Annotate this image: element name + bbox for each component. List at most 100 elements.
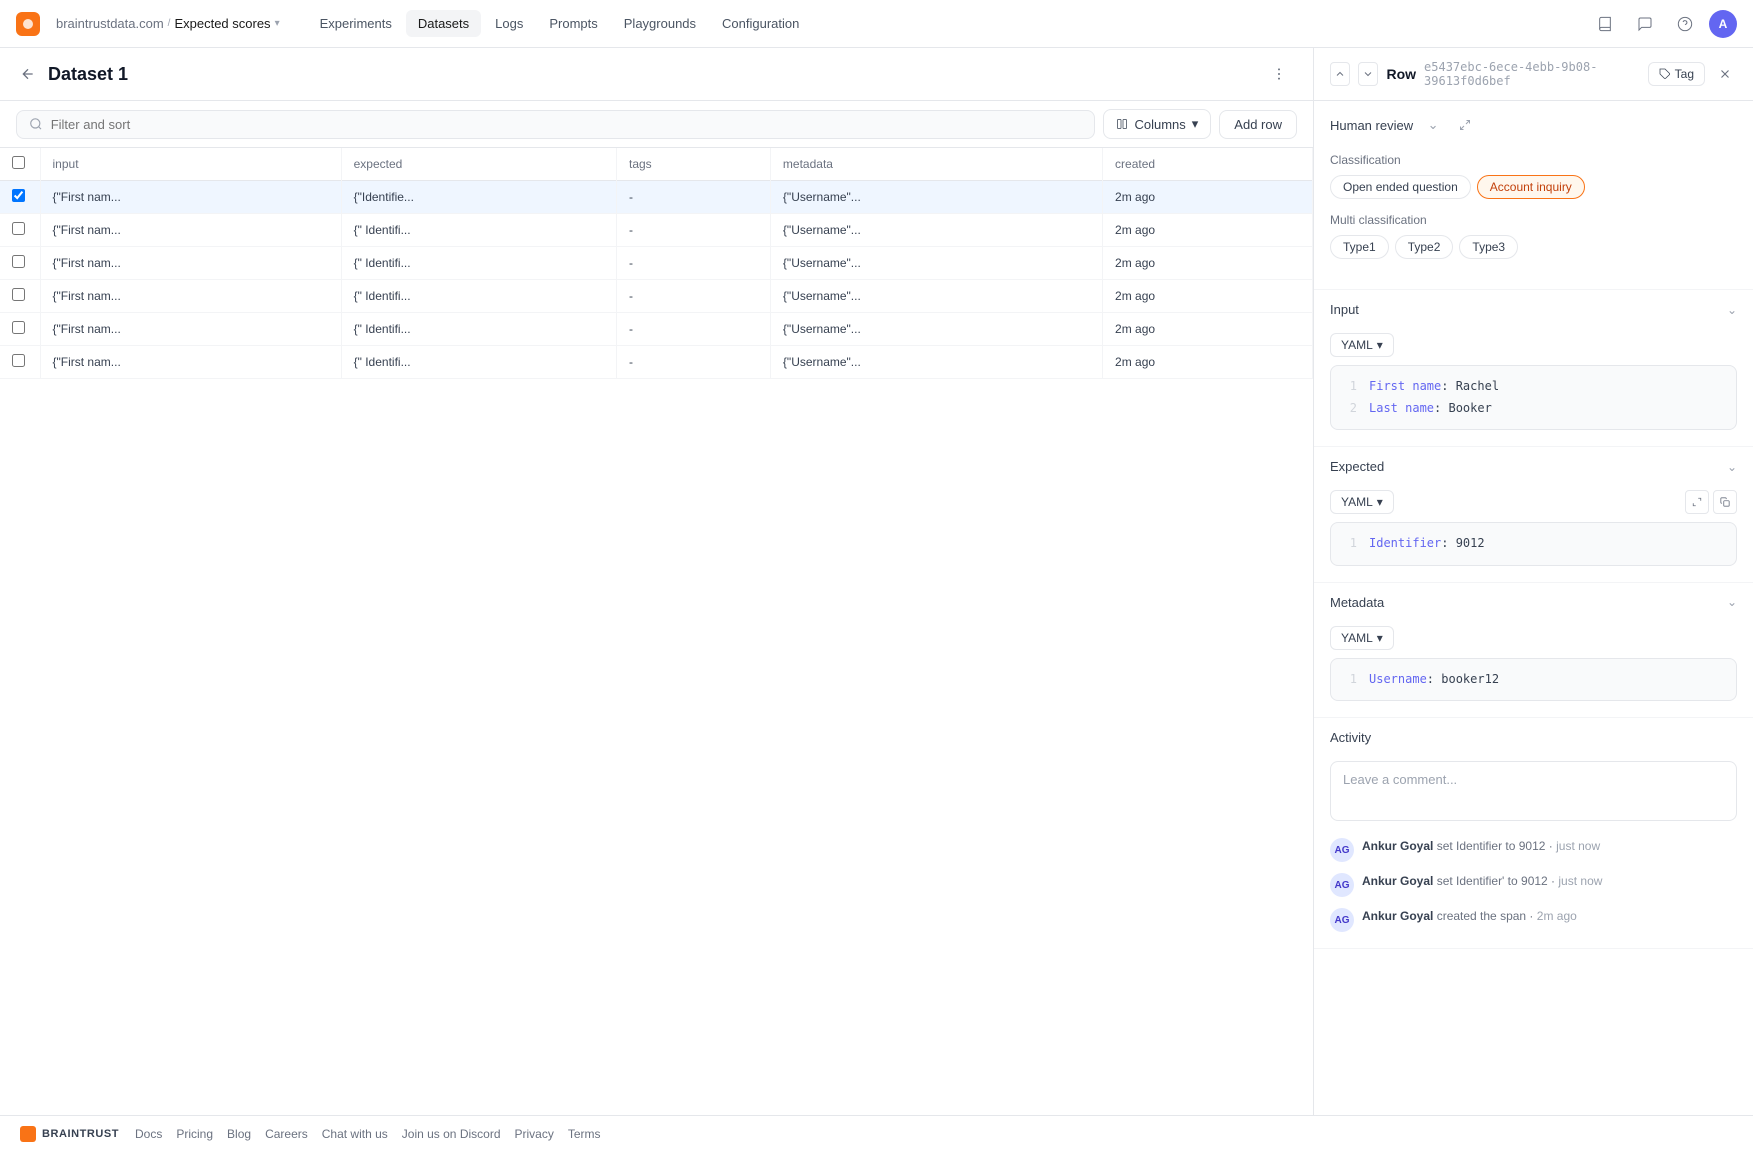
- table-row[interactable]: {"First nam... {"Identifie... - {"Userna…: [0, 181, 1313, 214]
- row-checkbox[interactable]: [12, 189, 25, 202]
- expected-chevron-icon[interactable]: ⌄: [1727, 460, 1737, 474]
- metadata-section-header[interactable]: Metadata ⌄: [1314, 583, 1753, 622]
- nav-help-icon[interactable]: [1669, 8, 1701, 40]
- footer-link-pricing[interactable]: Pricing: [176, 1127, 213, 1141]
- activity-avatar-1: AG: [1330, 838, 1354, 862]
- human-review-fullscreen-icon[interactable]: [1453, 113, 1477, 137]
- input-chevron-icon[interactable]: ⌄: [1727, 303, 1737, 317]
- yaml-val-lastname: Booker: [1448, 401, 1491, 415]
- row-next-button[interactable]: [1358, 62, 1378, 86]
- expected-format-dropdown[interactable]: YAML ▾: [1330, 490, 1394, 514]
- footer-link-careers[interactable]: Careers: [265, 1127, 308, 1141]
- breadcrumb-dropdown-icon[interactable]: ▾: [275, 18, 280, 29]
- expected-expand-btn[interactable]: [1685, 490, 1709, 514]
- input-section-header[interactable]: Input ⌄: [1314, 290, 1753, 329]
- metadata-format-label: YAML: [1341, 631, 1373, 645]
- top-nav: braintrustdata.com / Expected scores ▾ E…: [0, 0, 1753, 48]
- row-created: 2m ago: [1103, 247, 1313, 280]
- metadata-yaml-line-1: 1 Username: booker12: [1341, 669, 1726, 691]
- tag-label: Tag: [1675, 67, 1694, 81]
- breadcrumb-site[interactable]: braintrustdata.com: [56, 16, 164, 31]
- pill-account-inquiry[interactable]: Account inquiry: [1477, 175, 1585, 199]
- activity-item-3: AG Ankur Goyal created the span · 2m ago: [1330, 907, 1737, 932]
- nav-chat-icon[interactable]: [1629, 8, 1661, 40]
- row-checkbox-cell[interactable]: [0, 346, 40, 379]
- row-checkbox[interactable]: [12, 288, 25, 301]
- activity-section-header[interactable]: Activity: [1314, 718, 1753, 757]
- add-row-button[interactable]: Add row: [1219, 110, 1297, 139]
- nav-configuration[interactable]: Configuration: [710, 10, 811, 37]
- table-row[interactable]: {"First nam... {" Identifi... - {"Userna…: [0, 247, 1313, 280]
- footer-link-docs[interactable]: Docs: [135, 1127, 162, 1141]
- close-button[interactable]: [1713, 62, 1737, 86]
- table-row[interactable]: {"First nam... {" Identifi... - {"Userna…: [0, 346, 1313, 379]
- human-review-content: Classification Open ended question Accou…: [1314, 149, 1753, 289]
- metadata-format-dropdown[interactable]: YAML ▾: [1330, 626, 1394, 650]
- nav-prompts[interactable]: Prompts: [537, 10, 609, 37]
- table-row[interactable]: {"First nam... {" Identifi... - {"Userna…: [0, 214, 1313, 247]
- row-checkbox-cell[interactable]: [0, 280, 40, 313]
- expected-section-header[interactable]: Expected ⌄: [1314, 447, 1753, 486]
- breadcrumb: braintrustdata.com / Expected scores ▾: [56, 16, 280, 31]
- pill-type2[interactable]: Type2: [1395, 235, 1454, 259]
- tag-button[interactable]: Tag: [1648, 62, 1705, 86]
- metadata-chevron-icon[interactable]: ⌄: [1727, 595, 1737, 609]
- row-prev-button[interactable]: [1330, 62, 1350, 86]
- row-tags: -: [617, 247, 771, 280]
- yaml-line-1: 1 First name: Rachel: [1341, 376, 1726, 398]
- nav-experiments[interactable]: Experiments: [308, 10, 404, 37]
- table-container: input expected tags metadata created {"F…: [0, 148, 1313, 1115]
- nav-datasets[interactable]: Datasets: [406, 10, 481, 37]
- footer-link-terms[interactable]: Terms: [568, 1127, 601, 1141]
- dataset-menu-button[interactable]: [1265, 60, 1293, 88]
- select-all-header[interactable]: [0, 148, 40, 181]
- human-review-header[interactable]: Human review ⌄: [1314, 101, 1753, 149]
- nav-playgrounds[interactable]: Playgrounds: [612, 10, 708, 37]
- footer-link-blog[interactable]: Blog: [227, 1127, 251, 1141]
- row-input: {"First nam...: [40, 280, 341, 313]
- activity-avatar-3: AG: [1330, 908, 1354, 932]
- footer-brand: BRAINTRUST: [42, 1128, 119, 1140]
- row-checkbox[interactable]: [12, 354, 25, 367]
- search-bar[interactable]: [16, 110, 1095, 139]
- pill-open-ended[interactable]: Open ended question: [1330, 175, 1471, 199]
- table-row[interactable]: {"First nam... {" Identifi... - {"Userna…: [0, 313, 1313, 346]
- expected-yaml-header: YAML ▾: [1330, 490, 1737, 514]
- footer-link-chat[interactable]: Chat with us: [322, 1127, 388, 1141]
- expected-copy-btn[interactable]: [1713, 490, 1737, 514]
- right-panel: Row e5437ebc-6ece-4ebb-9b08-39613f0d6bef…: [1313, 48, 1753, 1115]
- row-checkbox-cell[interactable]: [0, 313, 40, 346]
- table-row[interactable]: {"First nam... {" Identifi... - {"Userna…: [0, 280, 1313, 313]
- row-checkbox[interactable]: [12, 222, 25, 235]
- yaml-val-firstname: Rachel: [1456, 379, 1499, 393]
- row-input: {"First nam...: [40, 214, 341, 247]
- footer-link-privacy[interactable]: Privacy: [515, 1127, 554, 1141]
- footer-link-discord[interactable]: Join us on Discord: [402, 1127, 501, 1141]
- row-checkbox-cell[interactable]: [0, 247, 40, 280]
- breadcrumb-current[interactable]: Expected scores: [174, 16, 270, 31]
- footer: BRAINTRUST Docs Pricing Blog Careers Cha…: [0, 1115, 1753, 1152]
- row-checkbox[interactable]: [12, 321, 25, 334]
- nav-book-icon[interactable]: [1589, 8, 1621, 40]
- yaml-val-identifier: 9012: [1456, 536, 1485, 550]
- pill-type3[interactable]: Type3: [1459, 235, 1518, 259]
- row-checkbox-cell[interactable]: [0, 214, 40, 247]
- search-input[interactable]: [51, 117, 1083, 132]
- back-button[interactable]: [20, 66, 36, 82]
- comment-input[interactable]: Leave a comment...: [1330, 761, 1737, 821]
- columns-button[interactable]: Columns ▾: [1103, 109, 1211, 139]
- select-all-checkbox[interactable]: [12, 156, 25, 169]
- nav-avatar[interactable]: A: [1709, 10, 1737, 38]
- input-format-dropdown[interactable]: YAML ▾: [1330, 333, 1394, 357]
- row-metadata: {"Username"...: [770, 247, 1102, 280]
- row-expected: {" Identifi...: [341, 313, 616, 346]
- logo-icon: [16, 12, 40, 36]
- row-expected: {" Identifi...: [341, 280, 616, 313]
- input-format-chevron: ▾: [1377, 338, 1383, 352]
- row-checkbox[interactable]: [12, 255, 25, 268]
- pill-type1[interactable]: Type1: [1330, 235, 1389, 259]
- nav-logs[interactable]: Logs: [483, 10, 535, 37]
- human-review-expand-icon[interactable]: ⌄: [1421, 113, 1445, 137]
- row-checkbox-cell[interactable]: [0, 181, 40, 214]
- row-expected: {" Identifi...: [341, 346, 616, 379]
